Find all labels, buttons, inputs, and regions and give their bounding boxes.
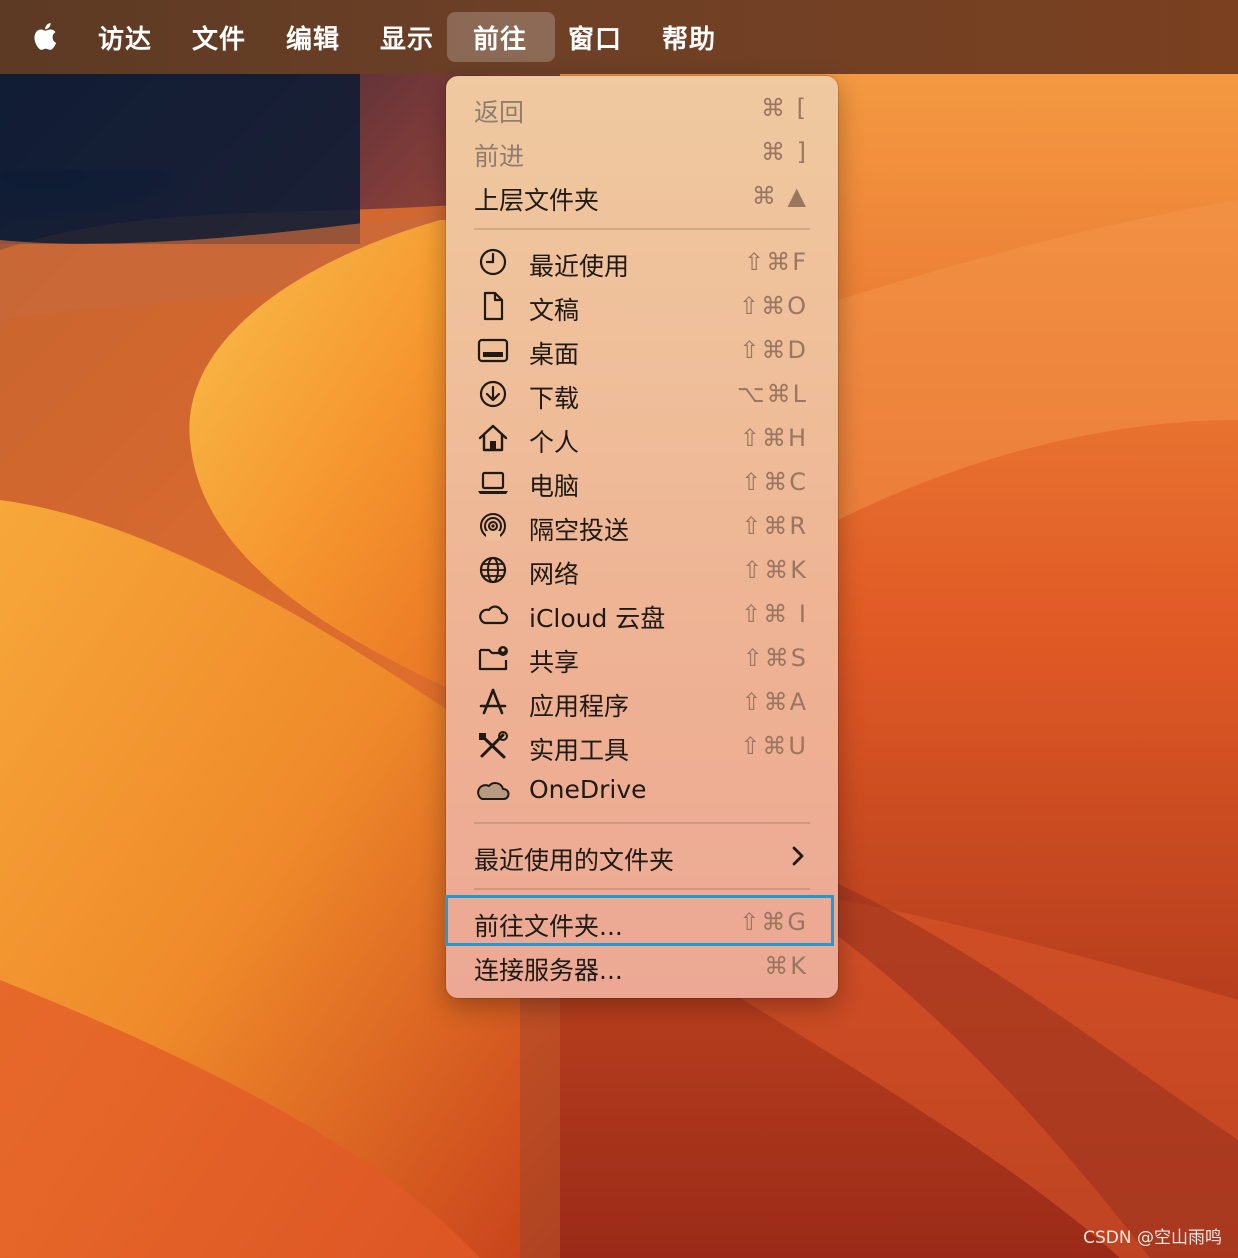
menubar-window[interactable]: 窗口 bbox=[542, 12, 648, 62]
menu-item-label: 上层文件夹 bbox=[474, 186, 600, 215]
menu-item-enclosing-folder[interactable]: 上层文件夹 ⌘ ▲ bbox=[446, 174, 838, 218]
menu-item-label: 下载 bbox=[529, 384, 580, 413]
menu-separator bbox=[474, 822, 810, 824]
shortcut-label: ⌘ ] bbox=[761, 138, 808, 166]
menu-item-utilities[interactable]: 实用工具 ⇧⌘U bbox=[446, 724, 838, 768]
download-icon bbox=[476, 378, 510, 410]
menu-item-icloud-drive[interactable]: iCloud 云盘 ⇧⌘ I bbox=[446, 592, 838, 636]
menu-item-label: 隔空投送 bbox=[529, 516, 630, 545]
menu-item-desktop[interactable]: 桌面 ⇧⌘D bbox=[446, 328, 838, 372]
document-icon bbox=[476, 290, 510, 322]
applications-icon bbox=[476, 686, 510, 718]
chevron-right-icon bbox=[790, 844, 806, 868]
shortcut-label: ⌘K bbox=[764, 952, 808, 980]
desktop-icon bbox=[476, 334, 510, 366]
onedrive-cloud-icon bbox=[476, 774, 510, 806]
menu-item-label: OneDrive bbox=[529, 775, 647, 804]
menu-item-label: 电脑 bbox=[529, 472, 580, 501]
shortcut-label: ⌘ ▲ bbox=[751, 182, 808, 210]
menubar-file[interactable]: 文件 bbox=[166, 12, 272, 62]
menu-item-label: 最近使用 bbox=[529, 252, 630, 281]
menu-item-label: 应用程序 bbox=[529, 692, 630, 721]
menu-item-back: 返回 ⌘ [ bbox=[446, 86, 838, 130]
laptop-icon bbox=[476, 466, 510, 498]
menu-item-label: 最近使用的文件夹 bbox=[474, 846, 675, 875]
menu-bar: 访达 文件 编辑 显示 前往 窗口 帮助 bbox=[0, 0, 1238, 74]
menu-item-home[interactable]: 个人 ⇧⌘H bbox=[446, 416, 838, 460]
shortcut-label: ⇧⌘S bbox=[742, 644, 808, 672]
shortcut-label: ⌥⌘L bbox=[736, 380, 808, 408]
menu-item-label: 桌面 bbox=[529, 340, 580, 369]
utilities-icon bbox=[476, 730, 510, 762]
menubar-view[interactable]: 显示 bbox=[354, 12, 460, 62]
shortcut-label: ⇧⌘O bbox=[739, 292, 808, 320]
menu-item-recents[interactable]: 最近使用 ⇧⌘F bbox=[446, 240, 838, 284]
shared-folder-icon bbox=[476, 642, 510, 674]
menu-item-shared[interactable]: 共享 ⇧⌘S bbox=[446, 636, 838, 680]
menu-item-label: 文稿 bbox=[529, 296, 580, 325]
shortcut-label: ⇧⌘K bbox=[742, 556, 808, 584]
menubar-go[interactable]: 前往 bbox=[447, 12, 555, 62]
globe-icon bbox=[476, 554, 510, 586]
apple-logo-icon[interactable] bbox=[30, 18, 62, 54]
shortcut-label: ⌘ [ bbox=[761, 94, 808, 122]
shortcut-label: ⇧⌘A bbox=[741, 688, 808, 716]
go-menu: 返回 ⌘ [ 前进 ⌘ ] 上层文件夹 ⌘ ▲ 最近使用 ⇧⌘F 文稿 ⇧⌘O … bbox=[446, 76, 838, 998]
shortcut-label: ⇧⌘F bbox=[744, 248, 808, 276]
menu-item-label: 前进 bbox=[474, 142, 525, 171]
menu-item-applications[interactable]: 应用程序 ⇧⌘A bbox=[446, 680, 838, 724]
shortcut-label: ⇧⌘ I bbox=[741, 600, 808, 628]
menu-item-airdrop[interactable]: 隔空投送 ⇧⌘R bbox=[446, 504, 838, 548]
menu-separator bbox=[474, 228, 810, 230]
highlight-box bbox=[445, 895, 834, 946]
menu-item-label: 网络 bbox=[529, 560, 580, 589]
menu-item-documents[interactable]: 文稿 ⇧⌘O bbox=[446, 284, 838, 328]
shortcut-label: ⇧⌘C bbox=[741, 468, 808, 496]
menu-item-network[interactable]: 网络 ⇧⌘K bbox=[446, 548, 838, 592]
menubar-edit[interactable]: 编辑 bbox=[260, 12, 366, 62]
menu-item-connect-server[interactable]: 连接服务器... ⌘K bbox=[446, 944, 838, 988]
menu-item-forward: 前进 ⌘ ] bbox=[446, 130, 838, 174]
menu-item-computer[interactable]: 电脑 ⇧⌘C bbox=[446, 460, 838, 504]
menu-item-downloads[interactable]: 下载 ⌥⌘L bbox=[446, 372, 838, 416]
shortcut-label: ⇧⌘D bbox=[739, 336, 808, 364]
menu-item-label: 共享 bbox=[529, 648, 580, 677]
menu-item-label: 个人 bbox=[529, 428, 580, 457]
menu-item-label: iCloud 云盘 bbox=[529, 604, 666, 633]
menu-item-label: 返回 bbox=[474, 98, 525, 127]
menubar-finder[interactable]: 访达 bbox=[72, 12, 178, 62]
home-icon bbox=[476, 422, 510, 454]
airdrop-icon bbox=[476, 510, 510, 542]
menu-separator bbox=[474, 888, 810, 890]
menu-item-onedrive[interactable]: OneDrive bbox=[446, 768, 838, 812]
shortcut-label: ⇧⌘U bbox=[740, 732, 808, 760]
shortcut-label: ⇧⌘R bbox=[741, 512, 808, 540]
menubar-help[interactable]: 帮助 bbox=[636, 12, 742, 62]
menu-item-recent-folders[interactable]: 最近使用的文件夹 bbox=[446, 834, 838, 878]
icloud-icon bbox=[476, 598, 510, 630]
watermark: CSDN @空山雨鸣 bbox=[1083, 1228, 1222, 1248]
menu-item-label: 连接服务器... bbox=[474, 956, 623, 985]
menu-item-label: 实用工具 bbox=[529, 736, 630, 765]
shortcut-label: ⇧⌘H bbox=[739, 424, 808, 452]
clock-icon bbox=[476, 246, 510, 278]
